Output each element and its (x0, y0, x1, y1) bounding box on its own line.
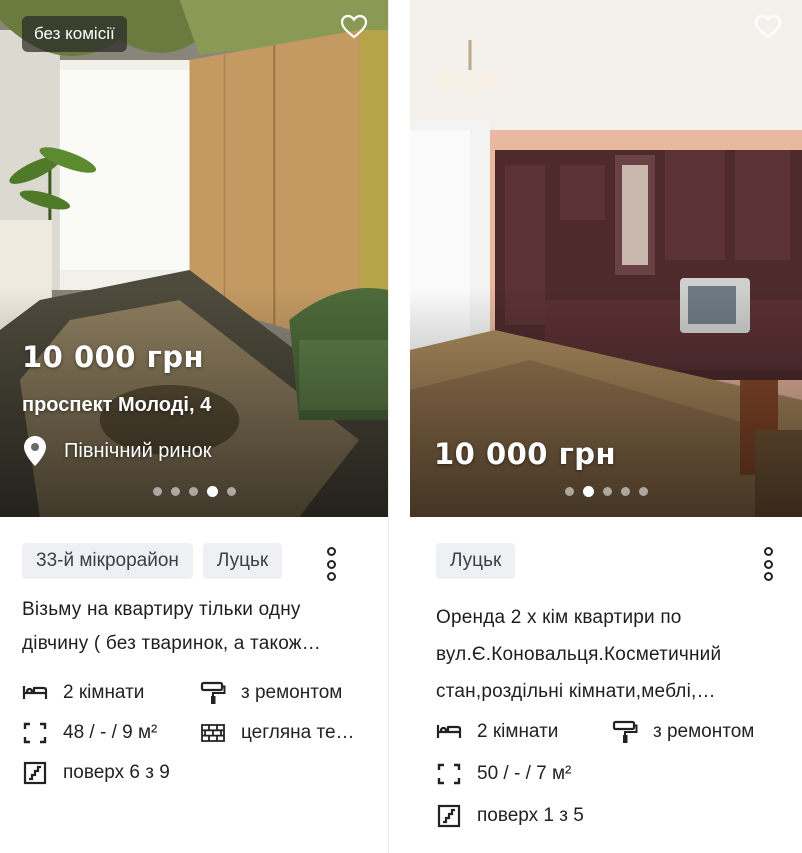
carousel-dot[interactable] (226, 487, 236, 496)
stairs-icon (23, 761, 47, 785)
area-frame-icon (23, 722, 47, 744)
spec-renovation: з ремонтом (612, 720, 792, 744)
spec-area: 50 / - / 7 м² (436, 762, 792, 786)
listing-details-2: Луцьк Оренда 2 х кім квартири по вул.Є.К… (410, 517, 802, 828)
vertical-dots-icon[interactable] (322, 547, 340, 581)
paint-roller-icon (612, 720, 638, 743)
listing-specs: 2 кімнати з ремонтом 50 / - / 7 м² повер… (436, 720, 780, 828)
listing-landmark: Північний ринок (24, 436, 212, 466)
vertical-dots-icon[interactable] (759, 547, 777, 581)
listing-price: 10 000 грн (22, 340, 205, 374)
listing-specs: 2 кімнати з ремонтом 48 / - / 9 м² цегля… (22, 681, 366, 785)
carousel-dot[interactable] (564, 487, 574, 496)
photo-carousel-dots[interactable] (410, 486, 802, 497)
bed-icon (22, 686, 48, 699)
listing-card-2[interactable]: 10 000 грн Луцьк Оренда 2 х кім квартири… (410, 0, 802, 853)
carousel-dot-active[interactable] (206, 486, 218, 497)
listing-description: Візьму на квартиру тільки одну дівчину (… (22, 599, 321, 654)
no-commission-badge: без комісії (22, 16, 127, 52)
map-pin-icon (24, 436, 46, 466)
carousel-dot[interactable] (170, 487, 180, 496)
landmark-label: Північний ринок (64, 439, 212, 462)
spec-renovation: з ремонтом (200, 681, 380, 705)
carousel-dot-active[interactable] (582, 486, 594, 497)
listing-details-1: 33-й мікрорайон Луцьк Візьму на квартиру… (0, 517, 388, 785)
carousel-dot[interactable] (152, 487, 162, 496)
location-tags: 33-й мікрорайон Луцьк (22, 543, 322, 579)
spec-rooms: 2 кімнати (22, 681, 200, 705)
spec-floor: поверх 1 з 5 (436, 804, 792, 828)
heart-outline-icon[interactable] (754, 14, 782, 40)
listing-description: Оренда 2 х кім квартири по вул.Є.Коновал… (436, 607, 722, 702)
carousel-dot[interactable] (188, 487, 198, 496)
spec-material: цегляна те… (200, 721, 380, 745)
carousel-dot[interactable] (620, 487, 630, 496)
listing-street: проспект Молоді, 4 (22, 394, 212, 416)
heart-outline-icon[interactable] (340, 14, 368, 40)
location-tags: Луцьк (436, 543, 736, 579)
tag-city[interactable]: Луцьк (202, 543, 283, 579)
stairs-icon (437, 804, 461, 828)
spec-floor: поверх 6 з 9 (22, 761, 200, 785)
carousel-dot[interactable] (602, 487, 612, 496)
photo-carousel-dots[interactable] (0, 486, 388, 497)
listing-photo-2[interactable]: 10 000 грн (410, 0, 802, 517)
bed-icon (436, 725, 462, 738)
carousel-dot[interactable] (638, 487, 648, 496)
listing-photo-1[interactable]: без комісії 10 000 грн проспект Молоді, … (0, 0, 388, 517)
brick-wall-icon (201, 724, 225, 742)
listing-card-1[interactable]: без комісії 10 000 грн проспект Молоді, … (0, 0, 389, 853)
tag-city[interactable]: Луцьк (436, 543, 516, 579)
paint-roller-icon (200, 681, 226, 704)
spec-rooms: 2 кімнати (436, 720, 612, 744)
spec-area: 48 / - / 9 м² (22, 721, 200, 745)
tag-district[interactable]: 33-й мікрорайон (22, 543, 193, 579)
listing-price: 10 000 грн (434, 437, 617, 471)
area-frame-icon (437, 763, 461, 785)
